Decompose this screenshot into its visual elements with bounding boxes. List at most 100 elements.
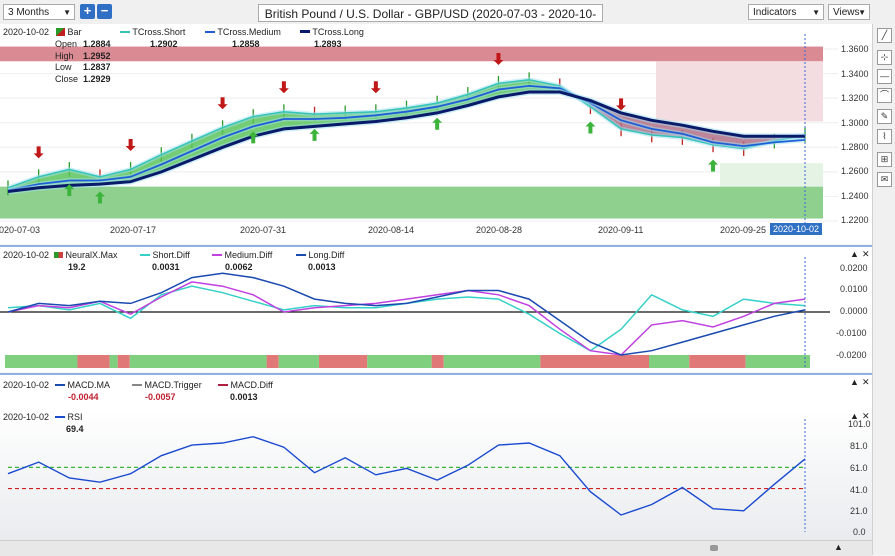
- series-line-medium-diff: [7, 281, 806, 356]
- legend-tcross-short: TCross.Short: [120, 27, 185, 37]
- crosshair-tool-icon[interactable]: ⊹: [877, 50, 892, 65]
- legend-label: TCross.Short: [132, 27, 186, 37]
- neuralx-segment: [689, 355, 746, 368]
- sell-arrow: [370, 81, 381, 94]
- toolbar: 3 Months ▼ + − British Pound / U.S. Doll…: [0, 0, 895, 39]
- legend-label: TCross.Medium: [217, 27, 281, 37]
- views-label: Views: [833, 7, 860, 18]
- neuralx-segment: [266, 355, 279, 368]
- x-tick: 2020-09-11: [598, 225, 644, 235]
- legend-medium-diff: Medium.Diff: [212, 250, 272, 260]
- collapse-pane-icon[interactable]: ▲: [850, 377, 859, 387]
- buy-arrow: [309, 128, 320, 141]
- close-pane-icon[interactable]: ✕: [862, 249, 870, 260]
- bar-legend: Bar: [56, 27, 82, 37]
- collapse-pane-icon[interactable]: ▲: [850, 249, 859, 259]
- zoom-out-button[interactable]: −: [97, 4, 112, 19]
- grid-tool-icon[interactable]: ⊞: [877, 152, 892, 167]
- legend-short-diff: Short.Diff: [140, 250, 190, 260]
- y-tick: 1.2200: [841, 215, 869, 225]
- legend-value: 1.2902: [150, 39, 178, 49]
- y-tick: 1.2600: [841, 166, 869, 176]
- horizontal-line-tool-icon[interactable]: —: [877, 69, 892, 84]
- close-pane-icon[interactable]: ✕: [862, 377, 870, 388]
- buy-arrow: [432, 117, 443, 130]
- resistance-shade: [656, 61, 823, 122]
- arc-tool-icon[interactable]: ⌒: [877, 88, 892, 103]
- series-line-rsi: [7, 435, 806, 516]
- neuralx-segment: [117, 355, 130, 368]
- legend-value: 0.0062: [225, 262, 253, 272]
- neuralx-segment: [77, 355, 110, 368]
- legend-label: MACD.Diff: [230, 380, 273, 390]
- series-swatch: [54, 252, 63, 258]
- legend-value: 1.2893: [314, 39, 342, 49]
- y-tick: 1.3200: [841, 93, 869, 103]
- y-tick: 1.3000: [841, 118, 869, 128]
- x-tick: 2020-07-03: [0, 225, 41, 235]
- sell-arrow: [33, 146, 44, 159]
- y-tick: 61.0: [850, 463, 868, 473]
- legend-macd-ma: MACD.MA: [55, 380, 110, 390]
- chevron-down-icon: ▼: [812, 8, 820, 17]
- y-tick: 0.0: [853, 527, 866, 537]
- neural-date: 2020-10-02: [3, 250, 50, 260]
- series-swatch: [205, 31, 215, 33]
- price-date: 2020-10-02: [3, 27, 50, 37]
- rsi-date: 2020-10-02: [3, 412, 50, 422]
- sell-arrow: [125, 138, 136, 151]
- legend-value: -0.0044: [68, 392, 99, 402]
- y-tick: 21.0: [850, 506, 868, 516]
- period-dropdown[interactable]: 3 Months ▼: [3, 4, 75, 20]
- buy-arrow: [585, 121, 596, 134]
- indicators-label: Indicators: [753, 7, 797, 18]
- y-tick: 1.2400: [841, 191, 869, 201]
- y-tick: 1.2800: [841, 142, 869, 152]
- period-dropdown-label: 3 Months: [8, 7, 50, 18]
- support-zone: [0, 186, 823, 219]
- neuralx-segment: [431, 355, 444, 368]
- ohlc-label: Open: [55, 39, 78, 49]
- series-swatch: [300, 30, 310, 33]
- fib-tool-icon[interactable]: ⌇: [877, 129, 892, 144]
- neuralx-segment: [443, 355, 541, 368]
- pen-tool-icon[interactable]: ✎: [877, 109, 892, 124]
- y-tick: 0.0000: [840, 306, 868, 316]
- horizontal-scrollbar[interactable]: ▲: [0, 540, 872, 556]
- neuralx-segment: [278, 355, 319, 368]
- neuralx-segment: [5, 355, 78, 368]
- neuralx-segment: [649, 355, 690, 368]
- y-tick: 0.0100: [840, 284, 868, 294]
- ohlc-value: 1.2884: [83, 39, 111, 49]
- macd-date: 2020-10-02: [3, 380, 50, 390]
- views-dropdown[interactable]: Views ▼: [828, 4, 870, 20]
- indicators-dropdown[interactable]: Indicators ▼: [748, 4, 824, 20]
- neuralx-segment: [318, 355, 368, 368]
- x-tick: 2020-08-28: [476, 225, 523, 235]
- trendline-tool-icon[interactable]: ╱: [877, 28, 892, 43]
- price-y-axis: 1.3600 1.3400 1.3200 1.3000 1.2800 1.260…: [838, 24, 872, 244]
- legend-label: Short.Diff: [152, 250, 190, 260]
- resistance-zone: [0, 46, 823, 62]
- ohlc-label: Close: [55, 73, 79, 84]
- y-tick: -0.0200: [836, 350, 867, 360]
- series-line-long-diff: [7, 272, 806, 356]
- oscillator-pane[interactable]: ▲ ✕ ▲ ✕ 2020-10-02 MACD.MA -0.0044 MACD.…: [0, 373, 872, 542]
- legend-label: MACD.MA: [67, 380, 111, 390]
- x-tick: 2020-07-31: [240, 225, 287, 235]
- neural-pane[interactable]: ▲ ✕ 0.0200 0.0100 0.0000 -0.0100 -0.0200…: [0, 245, 872, 372]
- series-swatch: [120, 31, 130, 33]
- ohlc-readout: Open 1.2884 High 1.2952 Low 1.2837 Close 1.2…: [55, 39, 111, 85]
- note-tool-icon[interactable]: ✉: [877, 172, 892, 187]
- scrollbar-thumb[interactable]: [710, 545, 718, 551]
- sell-arrow: [217, 97, 228, 110]
- scroll-right-icon[interactable]: ▲: [834, 542, 843, 552]
- drawing-tools-strip: ╱ ⊹ — ⌒ ✎ ⌇ ⊞ ✉: [872, 24, 895, 555]
- rsi-chart-svg: [7, 419, 806, 532]
- legend-value: 1.2858: [232, 39, 260, 49]
- zoom-in-button[interactable]: +: [80, 4, 95, 19]
- series-swatch: [140, 254, 150, 256]
- y-tick: -0.0100: [836, 328, 867, 338]
- legend-value: 0.0013: [230, 392, 258, 402]
- price-pane[interactable]: 1.3600 1.3400 1.3200 1.3000 1.2800 1.260…: [0, 24, 872, 244]
